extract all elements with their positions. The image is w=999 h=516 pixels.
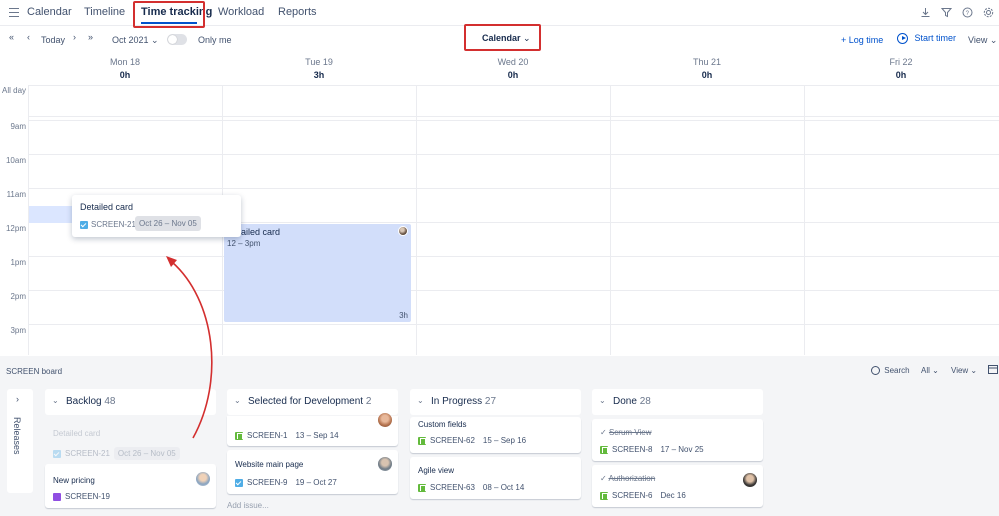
annotation-arrow <box>166 256 213 439</box>
